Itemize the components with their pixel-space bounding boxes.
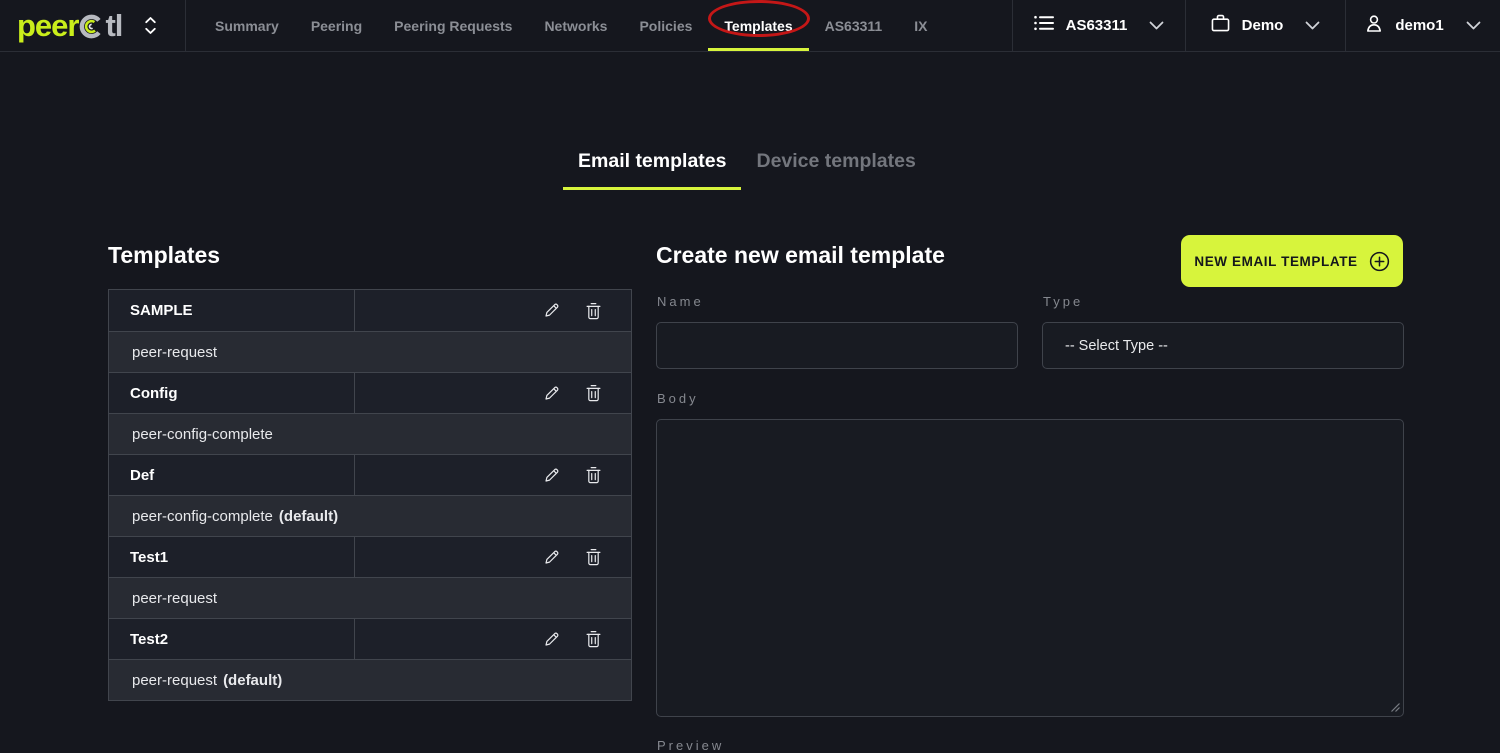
preview-section-label: Preview [657,738,724,753]
edit-icon[interactable] [543,302,560,319]
template-row: Test1 [109,536,631,577]
logo-text-tl: tl [105,8,122,44]
nav-item-policies[interactable]: Policies [623,0,708,51]
template-actions [355,455,631,495]
org-dropdown[interactable]: Demo [1185,0,1345,51]
delete-icon[interactable] [586,302,601,320]
chevron-down-icon [1466,21,1481,30]
nav-label: AS63311 [825,18,883,34]
template-actions [355,537,631,577]
template-name: Test1 [109,537,355,577]
unfold-chevrons-icon[interactable] [144,16,157,35]
body-field-label: Body [657,391,699,406]
template-type: peer-config-complete [132,426,273,443]
template-type-row: peer-request (default) [109,659,631,700]
body-textarea[interactable] [656,419,1404,717]
name-input[interactable] [656,322,1018,369]
nav-item-networks[interactable]: Networks [528,0,623,51]
template-row: SAMPLE [109,290,631,331]
delete-icon[interactable] [586,630,601,648]
header-spacer [943,0,1012,51]
nav-label: Networks [544,18,607,34]
nav-item-peering[interactable]: Peering [295,0,378,51]
edit-icon[interactable] [543,549,560,566]
asn-dropdown[interactable]: AS63311 [1012,0,1185,51]
template-actions [355,619,631,659]
tab-email-templates[interactable]: Email templates [563,150,741,190]
nav-label: Peering [311,18,362,34]
user-label: demo1 [1395,17,1443,34]
top-navbar: peer tl Summary Peering Peering Requests… [0,0,1500,52]
list-icon [1034,15,1054,36]
org-label: Demo [1242,17,1284,34]
body-field-wrap [656,419,1404,717]
nav-label: Peering Requests [394,18,512,34]
nav-item-summary[interactable]: Summary [199,0,295,51]
nav-label: IX [914,18,927,34]
template-actions [355,373,631,413]
template-type-tabs: Email templates Device templates [563,150,931,190]
nav-label: Policies [639,18,692,34]
nav-label: Templates [724,18,792,34]
template-type: peer-request [132,672,217,689]
type-field-label: Type [1043,294,1083,309]
template-row: Def [109,454,631,495]
nav-label: Summary [215,18,279,34]
logo-c-ring-icon [79,14,104,44]
name-field-label: Name [657,294,704,309]
template-name: Config [109,373,355,413]
template-type: peer-request [132,590,217,607]
active-nav-underline [708,48,808,51]
edit-icon[interactable] [543,631,560,648]
delete-icon[interactable] [586,466,601,484]
template-row: Test2 [109,618,631,659]
template-default-suffix: (default) [223,672,282,689]
new-email-template-label: NEW EMAIL TEMPLATE [1194,254,1357,269]
nav-item-ix[interactable]: IX [898,0,943,51]
template-type-row: peer-request [109,577,631,618]
chevron-down-icon [1305,21,1320,30]
type-select-value: -- Select Type -- [1065,338,1168,354]
template-name: Def [109,455,355,495]
logo-text-peer: peer [17,8,78,44]
templates-table: SAMPLE peer-request Config peer-config-c… [108,289,632,701]
main-nav: Summary Peering Peering Requests Network… [186,0,943,51]
delete-icon[interactable] [586,384,601,402]
template-type-row: peer-request [109,331,631,372]
nav-item-as63311[interactable]: AS63311 [809,0,899,51]
create-template-title: Create new email template [656,242,945,269]
asn-label: AS63311 [1066,17,1128,34]
briefcase-icon [1211,14,1230,37]
logo-block: peer tl [0,0,186,51]
template-actions [355,290,631,331]
templates-list-title: Templates [108,242,220,269]
peerctl-logo[interactable]: peer tl [17,8,122,44]
template-row: Config [109,372,631,413]
circle-plus-icon [1369,251,1390,272]
template-name: SAMPLE [109,290,355,331]
nav-item-peering-requests[interactable]: Peering Requests [378,0,528,51]
template-type: peer-request [132,344,217,361]
nav-item-templates[interactable]: Templates [708,0,808,51]
template-type-row: peer-config-complete [109,413,631,454]
user-icon [1365,14,1383,38]
tab-device-templates[interactable]: Device templates [741,150,930,190]
edit-icon[interactable] [543,467,560,484]
template-default-suffix: (default) [279,508,338,525]
user-dropdown[interactable]: demo1 [1345,0,1500,51]
chevron-down-icon [1149,21,1164,30]
new-email-template-button[interactable]: NEW EMAIL TEMPLATE [1181,235,1403,287]
edit-icon[interactable] [543,385,560,402]
template-name: Test2 [109,619,355,659]
type-select[interactable]: -- Select Type -- [1042,322,1404,369]
template-type-row: peer-config-complete (default) [109,495,631,536]
template-type: peer-config-complete [132,508,273,525]
delete-icon[interactable] [586,548,601,566]
